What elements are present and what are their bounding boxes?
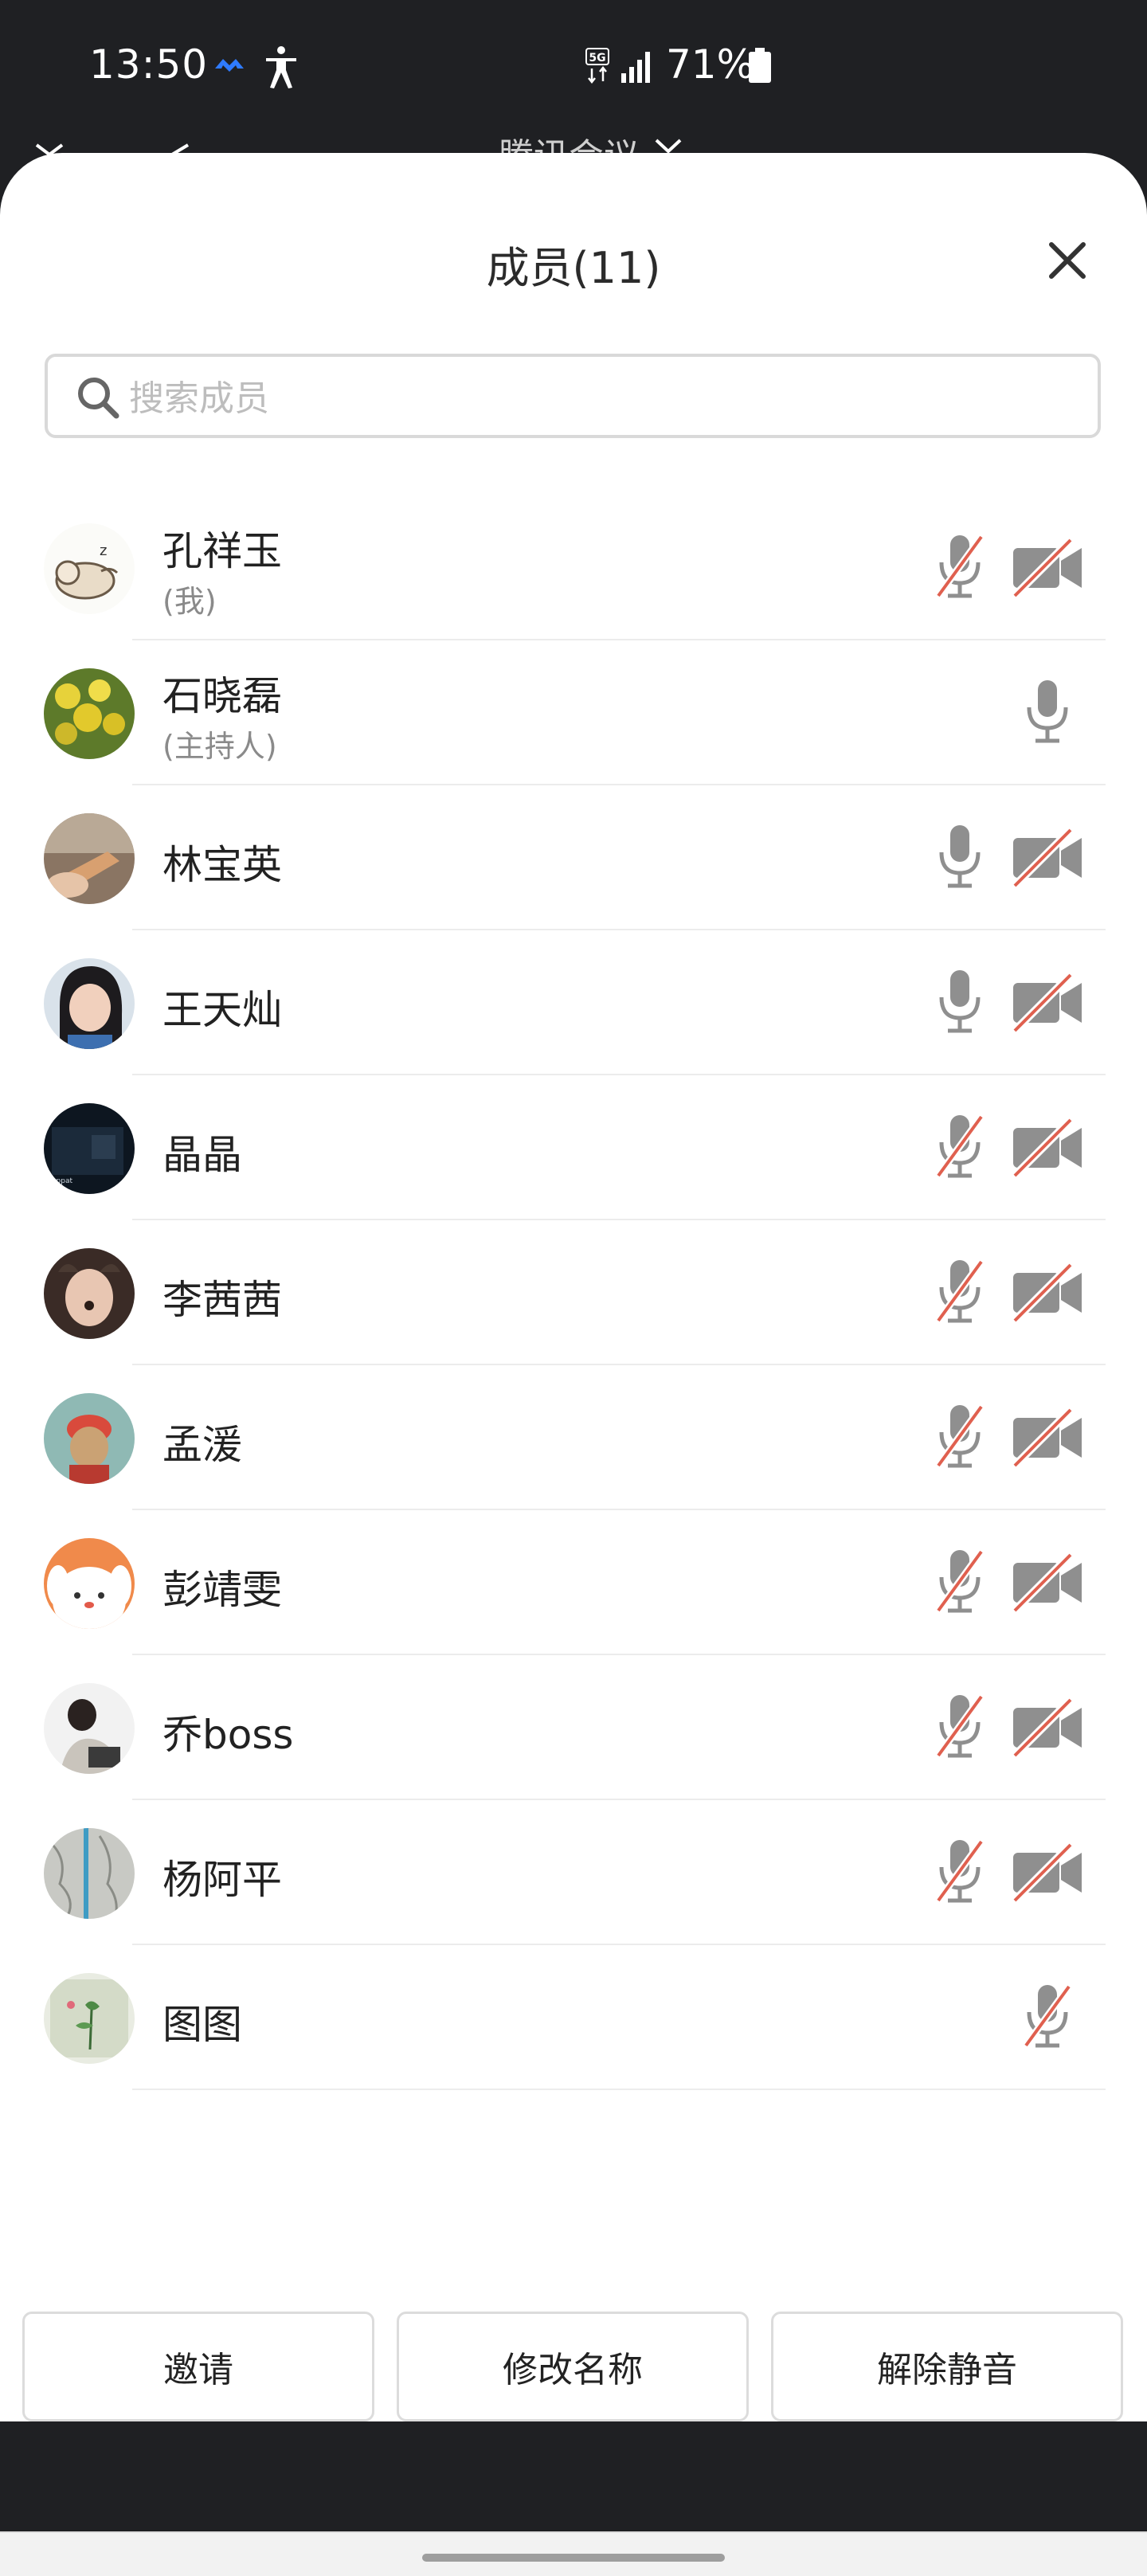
mic-muted-icon[interactable] — [934, 1402, 986, 1470]
member-name: 彭靖雯 — [162, 1567, 282, 1613]
mic-icon[interactable] — [934, 822, 986, 891]
member-row[interactable]: z 孔祥玉 (我) — [0, 495, 1147, 640]
member-name: 王天灿 — [162, 987, 282, 1033]
member-row[interactable]: 图图 — [0, 1945, 1147, 2090]
search-box[interactable] — [45, 354, 1101, 438]
camera-off-icon[interactable] — [1012, 1842, 1083, 1904]
signal-icon — [621, 52, 650, 83]
mic-muted-icon[interactable] — [934, 1692, 986, 1760]
mic-muted-icon[interactable] — [934, 532, 986, 601]
member-row[interactable]: 石晓磊 (主持人) — [0, 640, 1147, 785]
battery-icon — [749, 48, 771, 83]
avatar — [44, 1683, 135, 1774]
home-indicator[interactable] — [422, 2554, 725, 2562]
avatar — [44, 668, 135, 759]
close-icon[interactable] — [1035, 229, 1099, 292]
panel-title: 成员(11) — [486, 243, 661, 293]
navigation-bar — [0, 2531, 1147, 2576]
5g-icon: 5G — [585, 48, 609, 84]
camera-off-icon[interactable] — [1012, 827, 1083, 889]
camera-off-icon[interactable] — [1012, 537, 1083, 599]
member-row[interactable]: appat 晶晶 — [0, 1075, 1147, 1220]
avatar — [44, 958, 135, 1049]
member-name: 晶晶 — [162, 1132, 242, 1178]
camera-off-icon[interactable] — [1012, 1262, 1083, 1324]
svg-text:5G: 5G — [589, 52, 605, 65]
camera-off-icon[interactable] — [1012, 972, 1083, 1034]
avatar: appat — [44, 1103, 135, 1194]
member-name: 孔祥玉 — [162, 528, 282, 574]
mic-muted-icon[interactable] — [934, 1257, 986, 1325]
svg-text:z: z — [100, 542, 107, 559]
status-bar: 13:50 5G 71% 腾讯会议 — [0, 0, 1147, 177]
battery-percent: 71% — [666, 41, 755, 88]
mic-muted-icon[interactable] — [934, 1547, 986, 1615]
mic-muted-icon[interactable] — [1021, 1982, 1074, 2050]
member-row[interactable]: 孟湲 — [0, 1365, 1147, 1510]
search-icon — [78, 378, 119, 419]
member-name: 孟湲 — [162, 1422, 242, 1468]
accessibility-icon — [266, 46, 296, 88]
members-panel: 成员(11) z 孔祥玉 (我) 石晓磊 (主持人) 林宝英王天灿 appat 晶晶李茜茜孟湲… — [0, 153, 1147, 2576]
member-row[interactable]: 林宝英 — [0, 785, 1147, 930]
member-row[interactable]: 彭靖雯 — [0, 1510, 1147, 1655]
member-row[interactable]: 李茜茜 — [0, 1220, 1147, 1365]
member-name: 石晓磊 — [162, 673, 282, 719]
camera-off-icon[interactable] — [1012, 1552, 1083, 1614]
member-row[interactable]: 王天灿 — [0, 930, 1147, 1075]
member-name: 杨阿平 — [162, 1857, 282, 1903]
divider — [132, 2089, 1106, 2090]
avatar — [44, 1973, 135, 2064]
camera-off-icon[interactable] — [1012, 1407, 1083, 1469]
member-name: 李茜茜 — [162, 1277, 282, 1323]
rename-button[interactable]: 修改名称 — [397, 2312, 749, 2421]
status-time: 13:50 — [89, 41, 209, 88]
member-role: (主持人) — [162, 729, 277, 764]
mic-muted-icon[interactable] — [934, 1112, 986, 1180]
mic-muted-icon[interactable] — [934, 1837, 986, 1905]
invite-button[interactable]: 邀请 — [22, 2312, 374, 2421]
avatar — [44, 1538, 135, 1629]
avatar — [44, 813, 135, 904]
member-row[interactable]: 杨阿平 — [0, 1800, 1147, 1945]
member-name: 乔boss — [162, 1712, 294, 1758]
avatar — [44, 1248, 135, 1339]
app-notification-icon — [215, 59, 244, 72]
unmute-button[interactable]: 解除静音 — [771, 2312, 1123, 2421]
member-row[interactable]: 乔boss — [0, 1655, 1147, 1800]
member-list: z 孔祥玉 (我) 石晓磊 (主持人) 林宝英王天灿 appat 晶晶李茜茜孟湲彭靖雯乔bos… — [0, 495, 1147, 2090]
avatar — [44, 1828, 135, 1919]
camera-off-icon[interactable] — [1012, 1117, 1083, 1179]
member-role: (我) — [162, 584, 217, 619]
mic-icon[interactable] — [934, 967, 986, 1035]
mic-icon[interactable] — [1021, 677, 1074, 746]
svg-text:appat: appat — [52, 1177, 72, 1185]
search-input[interactable] — [127, 363, 1071, 433]
avatar — [44, 1393, 135, 1484]
member-name: 图图 — [162, 2002, 242, 2048]
member-name: 林宝英 — [162, 842, 282, 888]
avatar: z — [44, 523, 135, 614]
camera-off-icon[interactable] — [1012, 1697, 1083, 1759]
